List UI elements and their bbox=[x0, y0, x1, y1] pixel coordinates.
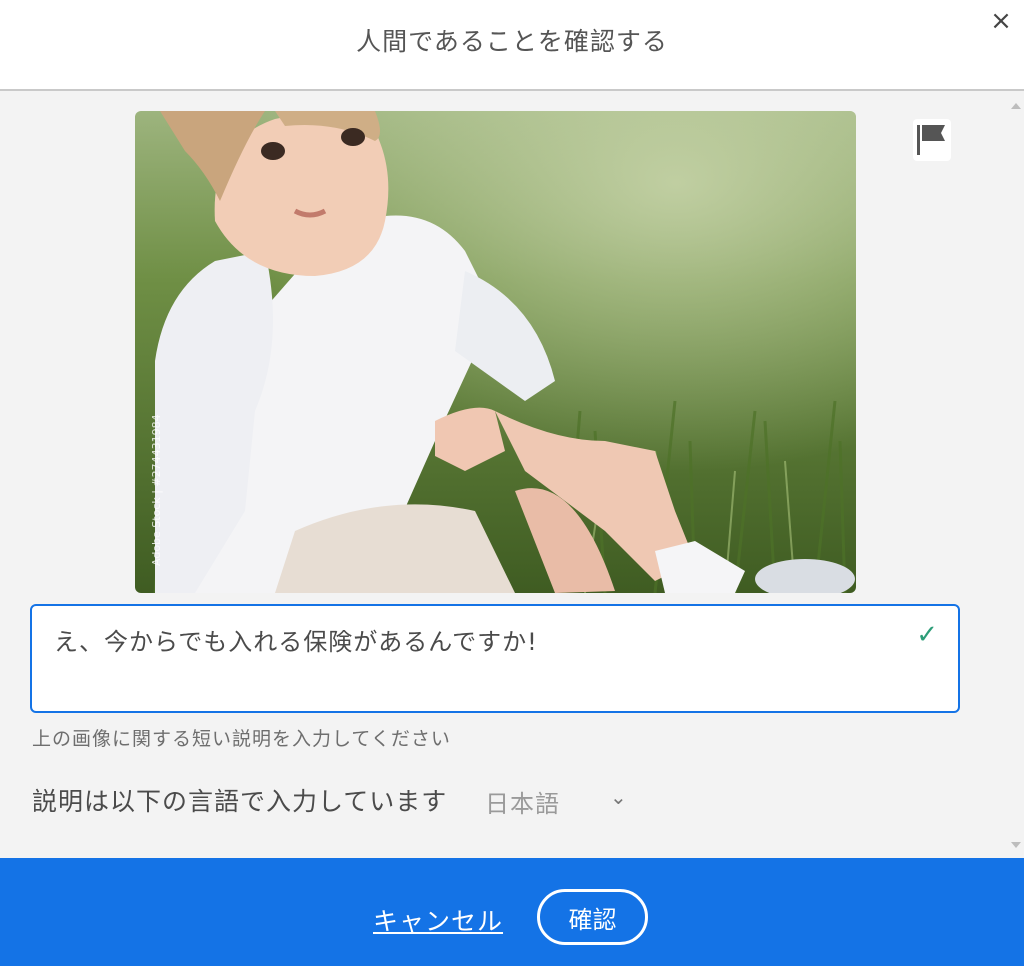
cancel-button[interactable]: キャンセル bbox=[373, 902, 503, 938]
language-label: 説明は以下の言語で入力しています bbox=[32, 787, 448, 816]
language-select-value[interactable]: 日本語 bbox=[485, 784, 560, 819]
chevron-down-icon[interactable]: ⌄ bbox=[610, 785, 627, 809]
close-icon[interactable]: × bbox=[986, 6, 1016, 36]
report-flag-icon[interactable] bbox=[913, 119, 951, 161]
confirm-button[interactable]: 確認 bbox=[537, 889, 648, 945]
watermark-id: Adobe Stock | #274431984 bbox=[150, 414, 163, 566]
caption-input[interactable]: え、今からでも入れる保険があるんですか! ✓ bbox=[30, 604, 960, 713]
dialog-title: 人間であることを確認する bbox=[356, 27, 668, 56]
scroll-down-arrow-icon[interactable] bbox=[1011, 842, 1021, 848]
scroll-up-arrow-icon[interactable] bbox=[1011, 103, 1021, 109]
dialog-footer: キャンセル 確認 bbox=[0, 858, 1024, 966]
dialog-header: 人間であることを確認する × bbox=[0, 0, 1024, 91]
checkmark-icon: ✓ bbox=[916, 620, 938, 650]
input-hint: 上の画像に関する短い説明を入力してください bbox=[32, 728, 451, 750]
caption-input-text[interactable]: え、今からでも入れる保険があるんですか! bbox=[54, 622, 538, 657]
captcha-image: Adobe Stock | #274431984 bbox=[135, 111, 856, 593]
vertical-scrollbar[interactable] bbox=[1008, 91, 1024, 858]
